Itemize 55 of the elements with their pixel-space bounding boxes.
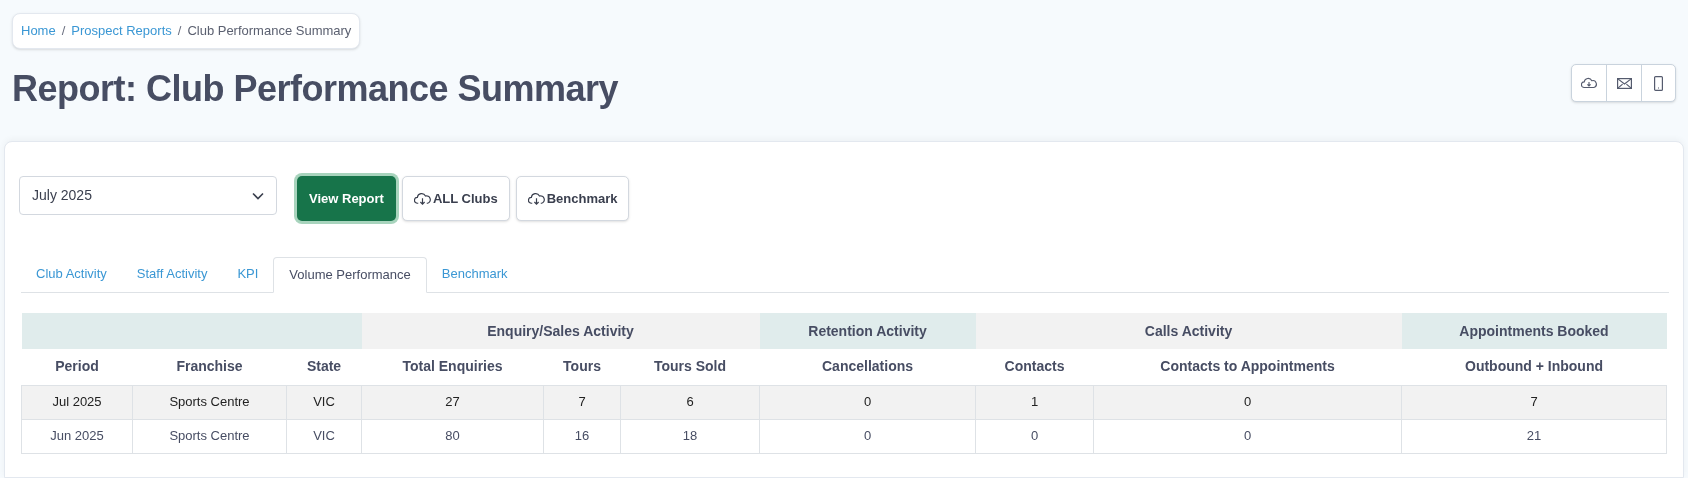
report-tab[interactable]: Volume Performance xyxy=(273,257,427,293)
group-header: Enquiry/Sales Activity xyxy=(487,322,634,339)
breadcrumb-current: Club Performance Summary xyxy=(187,22,352,41)
column-header: Tours Sold xyxy=(653,358,727,375)
table-cell: 27 xyxy=(445,394,460,410)
table-cell: 0 xyxy=(863,394,872,410)
group-header: Retention Activity xyxy=(808,322,927,339)
column-header: Total Enquiries xyxy=(402,358,503,375)
column-header: State xyxy=(306,358,342,375)
table-cell: 0 xyxy=(1243,394,1252,410)
table-cell: Sports Centre xyxy=(169,394,250,410)
envelope-icon xyxy=(1616,77,1632,89)
cloud-download-icon xyxy=(413,191,431,206)
period-select[interactable]: July 2025 xyxy=(19,176,277,215)
table-cell: Jul 2025 xyxy=(52,394,102,410)
page-title: Report: Club Performance Summary xyxy=(12,67,619,111)
download-button[interactable]: ALL Clubs xyxy=(401,176,510,221)
report-tab[interactable]: Club Activity xyxy=(21,256,122,292)
cloud-download-icon xyxy=(1581,76,1597,90)
table-cell: Jun 2025 xyxy=(50,428,104,444)
report-tab[interactable]: Benchmark xyxy=(426,256,523,292)
table-cell: 1 xyxy=(1030,394,1039,410)
download-button[interactable]: Benchmark xyxy=(515,176,630,221)
group-header: Calls Activity xyxy=(1144,322,1233,339)
table-cell: 7 xyxy=(1530,394,1538,410)
chevron-down-icon xyxy=(252,191,264,200)
column-header: Cancellations xyxy=(822,358,914,375)
breadcrumb-link[interactable]: Home xyxy=(21,21,56,41)
cloud-download-icon xyxy=(527,191,545,206)
report-tab[interactable]: Staff Activity xyxy=(121,256,223,292)
table-cell: 6 xyxy=(686,394,694,410)
table-cell: 18 xyxy=(682,428,698,444)
table-cell: 16 xyxy=(574,428,590,444)
column-header: Tours xyxy=(563,358,601,375)
group-header: Appointments Booked xyxy=(1459,322,1609,339)
table-cell: 0 xyxy=(863,428,872,444)
table-cell: 7 xyxy=(578,394,586,410)
table-cell: 0 xyxy=(1243,428,1252,444)
report-tab[interactable]: KPI xyxy=(222,256,274,292)
table-cell: VIC xyxy=(313,428,335,444)
column-header: Contacts to Appointments xyxy=(1160,358,1335,375)
column-header: Contacts xyxy=(1004,358,1065,375)
table-cell: VIC xyxy=(313,394,335,410)
breadcrumb-link[interactable]: Prospect Reports xyxy=(71,21,172,41)
breadcrumb-separator: / xyxy=(177,22,182,41)
table-cell: 80 xyxy=(445,428,460,444)
phone-icon xyxy=(1654,75,1663,91)
table-cell: 0 xyxy=(1030,428,1039,444)
column-header: Outbound + Inbound xyxy=(1465,358,1604,375)
column-header: Franchise xyxy=(176,358,243,375)
view-report-button[interactable]: View Report xyxy=(297,176,396,221)
column-header: Period xyxy=(55,358,99,375)
table-cell: Sports Centre xyxy=(169,428,250,444)
table-cell: 21 xyxy=(1526,428,1542,444)
breadcrumb-separator: / xyxy=(61,22,66,41)
